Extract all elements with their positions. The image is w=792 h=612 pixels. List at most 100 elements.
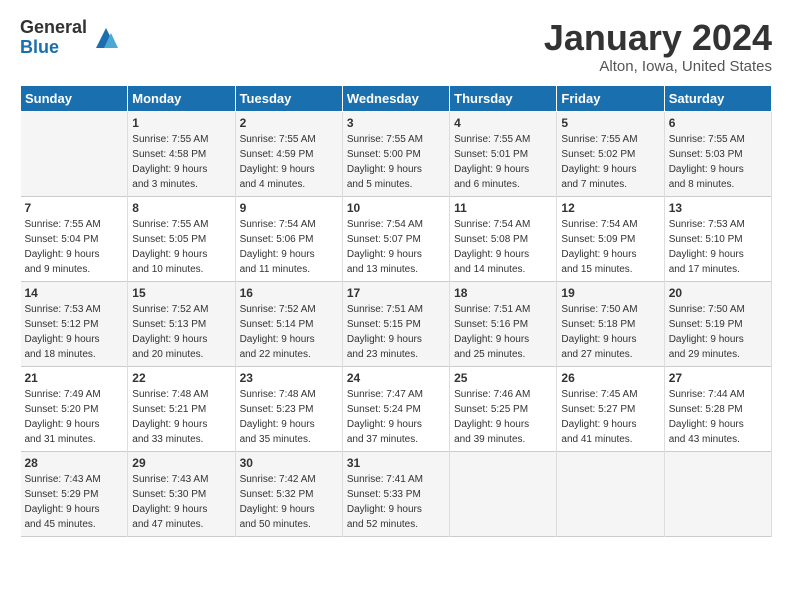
day-info: Sunrise: 7:55 AM Sunset: 4:59 PM Dayligh… [240, 132, 338, 192]
day-number: 2 [240, 116, 338, 130]
day-number: 16 [240, 286, 338, 300]
calendar-cell: 16 Sunrise: 7:52 AM Sunset: 5:14 PM Dayli… [235, 281, 342, 366]
day-number: 23 [240, 371, 338, 385]
week-row: 21 Sunrise: 7:49 AM Sunset: 5:20 PM Dayli… [21, 366, 772, 451]
day-number: 30 [240, 456, 338, 470]
day-number: 12 [561, 201, 659, 215]
calendar-cell: 13 Sunrise: 7:53 AM Sunset: 5:10 PM Dayli… [664, 196, 771, 281]
calendar-cell: 31Sunrise: 7:41 AM Sunset: 5:33 PM Dayli… [342, 451, 449, 536]
calendar-cell: 8 Sunrise: 7:55 AM Sunset: 5:05 PM Daylig… [128, 196, 235, 281]
day-number: 19 [561, 286, 659, 300]
day-info: Sunrise: 7:50 AM Sunset: 5:18 PM Dayligh… [561, 302, 659, 362]
header: General Blue January 2024 Alton, Iowa, U… [20, 18, 772, 75]
logo-blue: Blue [20, 38, 87, 58]
calendar-cell [21, 111, 128, 196]
day-info: Sunrise: 7:55 AM Sunset: 4:58 PM Dayligh… [132, 132, 230, 192]
day-info: Sunrise: 7:46 AM Sunset: 5:25 PM Dayligh… [454, 387, 552, 447]
day-info: Sunrise: 7:45 AM Sunset: 5:27 PM Dayligh… [561, 387, 659, 447]
header-day: Thursday [450, 85, 557, 111]
day-info: Sunrise: 7:54 AM Sunset: 5:08 PM Dayligh… [454, 217, 552, 277]
calendar-cell: 3Sunrise: 7:55 AM Sunset: 5:00 PM Daylig… [342, 111, 449, 196]
day-info: Sunrise: 7:50 AM Sunset: 5:19 PM Dayligh… [669, 302, 767, 362]
day-number: 11 [454, 201, 552, 215]
day-info: Sunrise: 7:42 AM Sunset: 5:32 PM Dayligh… [240, 472, 338, 532]
calendar-title: January 2024 [544, 18, 772, 58]
logo-icon [91, 23, 121, 53]
day-number: 24 [347, 371, 445, 385]
day-info: Sunrise: 7:55 AM Sunset: 5:03 PM Dayligh… [669, 132, 767, 192]
day-info: Sunrise: 7:54 AM Sunset: 5:06 PM Dayligh… [240, 217, 338, 277]
day-number: 5 [561, 116, 659, 130]
header-day: Sunday [21, 85, 128, 111]
day-number: 1 [132, 116, 230, 130]
day-number: 21 [25, 371, 124, 385]
calendar-cell: 9Sunrise: 7:54 AM Sunset: 5:06 PM Daylig… [235, 196, 342, 281]
calendar-cell: 24 Sunrise: 7:47 AM Sunset: 5:24 PM Dayli… [342, 366, 449, 451]
calendar-cell: 20 Sunrise: 7:50 AM Sunset: 5:19 PM Dayli… [664, 281, 771, 366]
day-info: Sunrise: 7:55 AM Sunset: 5:05 PM Dayligh… [132, 217, 230, 277]
header-day: Monday [128, 85, 235, 111]
calendar-cell: 27Sunrise: 7:44 AM Sunset: 5:28 PM Dayli… [664, 366, 771, 451]
week-row: 7 Sunrise: 7:55 AM Sunset: 5:04 PM Daylig… [21, 196, 772, 281]
day-info: Sunrise: 7:43 AM Sunset: 5:30 PM Dayligh… [132, 472, 230, 532]
week-row: 14Sunrise: 7:53 AM Sunset: 5:12 PM Dayli… [21, 281, 772, 366]
calendar-cell: 15 Sunrise: 7:52 AM Sunset: 5:13 PM Dayli… [128, 281, 235, 366]
page: General Blue January 2024 Alton, Iowa, U… [0, 0, 792, 612]
calendar-cell: 2 Sunrise: 7:55 AM Sunset: 4:59 PM Daylig… [235, 111, 342, 196]
day-info: Sunrise: 7:55 AM Sunset: 5:02 PM Dayligh… [561, 132, 659, 192]
calendar-cell: 26 Sunrise: 7:45 AM Sunset: 5:27 PM Dayli… [557, 366, 664, 451]
day-info: Sunrise: 7:51 AM Sunset: 5:15 PM Dayligh… [347, 302, 445, 362]
day-number: 14 [25, 286, 124, 300]
header-day: Saturday [664, 85, 771, 111]
calendar-cell: 7 Sunrise: 7:55 AM Sunset: 5:04 PM Daylig… [21, 196, 128, 281]
day-number: 8 [132, 201, 230, 215]
day-info: Sunrise: 7:47 AM Sunset: 5:24 PM Dayligh… [347, 387, 445, 447]
calendar-cell: 21 Sunrise: 7:49 AM Sunset: 5:20 PM Dayli… [21, 366, 128, 451]
day-number: 13 [669, 201, 767, 215]
logo: General Blue [20, 18, 121, 58]
header-day: Friday [557, 85, 664, 111]
day-number: 7 [25, 201, 124, 215]
calendar-cell [557, 451, 664, 536]
calendar-cell: 1 Sunrise: 7:55 AM Sunset: 4:58 PM Daylig… [128, 111, 235, 196]
day-info: Sunrise: 7:49 AM Sunset: 5:20 PM Dayligh… [25, 387, 124, 447]
day-info: Sunrise: 7:54 AM Sunset: 5:09 PM Dayligh… [561, 217, 659, 277]
week-row: 1 Sunrise: 7:55 AM Sunset: 4:58 PM Daylig… [21, 111, 772, 196]
day-number: 15 [132, 286, 230, 300]
day-number: 3 [347, 116, 445, 130]
day-number: 26 [561, 371, 659, 385]
day-number: 31 [347, 456, 445, 470]
calendar-cell: 6 Sunrise: 7:55 AM Sunset: 5:03 PM Daylig… [664, 111, 771, 196]
day-number: 25 [454, 371, 552, 385]
day-info: Sunrise: 7:55 AM Sunset: 5:01 PM Dayligh… [454, 132, 552, 192]
day-info: Sunrise: 7:55 AM Sunset: 5:04 PM Dayligh… [25, 217, 124, 277]
day-number: 18 [454, 286, 552, 300]
calendar-cell: 11 Sunrise: 7:54 AM Sunset: 5:08 PM Dayli… [450, 196, 557, 281]
calendar-cell: 30 Sunrise: 7:42 AM Sunset: 5:32 PM Dayli… [235, 451, 342, 536]
day-info: Sunrise: 7:53 AM Sunset: 5:10 PM Dayligh… [669, 217, 767, 277]
calendar-cell: 5 Sunrise: 7:55 AM Sunset: 5:02 PM Daylig… [557, 111, 664, 196]
day-number: 22 [132, 371, 230, 385]
day-number: 20 [669, 286, 767, 300]
logo-general: General [20, 18, 87, 38]
day-number: 10 [347, 201, 445, 215]
title-block: January 2024 Alton, Iowa, United States [544, 18, 772, 75]
day-info: Sunrise: 7:54 AM Sunset: 5:07 PM Dayligh… [347, 217, 445, 277]
calendar-cell: 29 Sunrise: 7:43 AM Sunset: 5:30 PM Dayli… [128, 451, 235, 536]
day-number: 6 [669, 116, 767, 130]
header-day: Wednesday [342, 85, 449, 111]
calendar-cell: 28Sunrise: 7:43 AM Sunset: 5:29 PM Dayli… [21, 451, 128, 536]
calendar-cell: 17Sunrise: 7:51 AM Sunset: 5:15 PM Dayli… [342, 281, 449, 366]
day-info: Sunrise: 7:51 AM Sunset: 5:16 PM Dayligh… [454, 302, 552, 362]
day-info: Sunrise: 7:52 AM Sunset: 5:14 PM Dayligh… [240, 302, 338, 362]
header-day: Tuesday [235, 85, 342, 111]
calendar-cell: 23Sunrise: 7:48 AM Sunset: 5:23 PM Dayli… [235, 366, 342, 451]
day-number: 27 [669, 371, 767, 385]
day-info: Sunrise: 7:43 AM Sunset: 5:29 PM Dayligh… [25, 472, 124, 532]
calendar-cell: 10 Sunrise: 7:54 AM Sunset: 5:07 PM Dayli… [342, 196, 449, 281]
calendar-cell: 12 Sunrise: 7:54 AM Sunset: 5:09 PM Dayli… [557, 196, 664, 281]
day-number: 29 [132, 456, 230, 470]
day-info: Sunrise: 7:52 AM Sunset: 5:13 PM Dayligh… [132, 302, 230, 362]
header-row: SundayMondayTuesdayWednesdayThursdayFrid… [21, 85, 772, 111]
calendar-cell: 18 Sunrise: 7:51 AM Sunset: 5:16 PM Dayli… [450, 281, 557, 366]
